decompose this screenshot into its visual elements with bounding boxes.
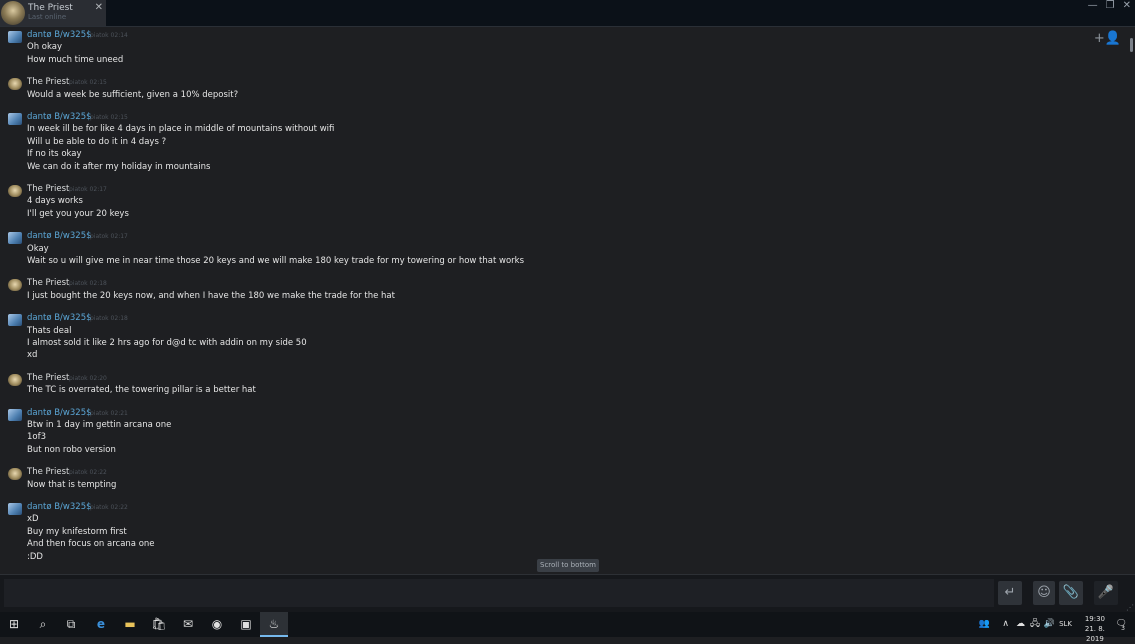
window-controls: — ❐ ✕ <box>1088 0 1131 12</box>
message-timestamp: piatok 02:17 <box>90 233 128 241</box>
title-bar: The Priest Last online ✕ — ❐ ✕ <box>0 0 1135 27</box>
avatar[interactable] <box>8 373 22 386</box>
message-timestamp: piatok 02:18 <box>90 315 128 323</box>
sender-name[interactable]: dantø B/w325$ <box>27 112 92 122</box>
message-timestamp: piatok 02:22 <box>90 504 128 511</box>
tab-status: Last online <box>28 13 67 21</box>
message-text: 4 days works <box>27 196 83 207</box>
message-timestamp: piatok 02:21 <box>90 409 128 417</box>
scroll-to-bottom-button[interactable]: Scroll to bottom <box>537 559 599 572</box>
avatar[interactable] <box>8 468 22 481</box>
avatar[interactable] <box>8 78 22 91</box>
message-timestamp: piatok 02:20 <box>69 374 107 382</box>
message-text: Would a week be sufficient, given a 10% … <box>27 89 239 100</box>
message-text: But non robo version <box>27 444 116 455</box>
file-explorer-icon[interactable]: ▬ <box>116 612 144 637</box>
message-text: Will u be able to do it in 4 days ? <box>27 136 167 147</box>
avatar[interactable] <box>8 232 22 245</box>
task-view-icon[interactable]: ⧉ <box>57 612 85 637</box>
close-tab-icon[interactable]: ✕ <box>95 2 103 13</box>
chat-log[interactable]: +👤 dantø B/w325$ piatok 02:14 Oh okay How m… <box>0 27 1135 573</box>
sender-name[interactable]: The Priest <box>27 278 69 288</box>
message-text: I just bought the 20 keys now, and when … <box>27 290 395 301</box>
message-text: We can do it after my holiday in mountai… <box>27 161 211 172</box>
avatar[interactable] <box>8 185 22 197</box>
send-icon[interactable]: ↵ <box>998 581 1022 605</box>
cloud-icon[interactable]: ☁ <box>1016 612 1025 637</box>
minimize-icon[interactable]: — <box>1088 0 1098 12</box>
attach-icon[interactable]: 📎 <box>1059 581 1083 605</box>
chat-tab[interactable]: The Priest Last online ✕ <box>0 0 106 26</box>
sender-name[interactable]: The Priest <box>27 184 69 194</box>
message-text: :DD <box>27 551 43 562</box>
restore-icon[interactable]: ❐ <box>1106 0 1115 12</box>
message-text: And then focus on arcana one <box>27 539 155 550</box>
message-text: Buy my knifestorm first <box>27 526 127 537</box>
avatar[interactable] <box>8 31 22 43</box>
message-text: I almost sold it like 2 hrs ago for d@d … <box>27 337 307 348</box>
message-timestamp: piatok 02:22 <box>69 469 107 477</box>
message-text: In week ill be for like 4 days in place … <box>27 124 335 135</box>
sender-name[interactable]: The Priest <box>27 467 69 477</box>
mail-icon[interactable]: ✉ <box>174 612 202 637</box>
message-text: I'll get you your 20 keys <box>27 208 129 219</box>
sender-name[interactable]: The Priest <box>27 77 69 87</box>
start-icon[interactable]: ⊞ <box>0 612 28 637</box>
message-text: If no its okay <box>27 149 82 160</box>
avatar[interactable] <box>8 408 22 421</box>
notification-count: 3 <box>1121 625 1125 632</box>
avatar[interactable] <box>8 279 22 292</box>
message-text: xd <box>27 350 38 361</box>
search-icon[interactable]: ⌕ <box>29 612 57 637</box>
message-timestamp: piatok 02:18 <box>69 280 107 288</box>
clock-time: 19:30 <box>1084 615 1105 623</box>
avatar[interactable] <box>8 113 22 125</box>
close-window-icon[interactable]: ✕ <box>1123 0 1131 12</box>
voice-icon[interactable]: 🎤 <box>1094 581 1118 605</box>
message-text: Wait so u will give me in near time thos… <box>27 255 525 266</box>
message-text: Btw in 1 day im gettin arcana one <box>27 419 172 430</box>
avatar[interactable] <box>8 503 22 515</box>
composer: ↵ ☺ 📎 🎤 ⋰ <box>0 574 1135 613</box>
clock-date: 21. 8. 2019 <box>1084 625 1105 643</box>
message-text: Okay <box>27 243 49 254</box>
sender-name[interactable]: The Priest <box>27 373 69 383</box>
message-text: Thats deal <box>27 325 72 336</box>
scrollbar[interactable] <box>1130 38 1133 52</box>
sender-name[interactable]: dantø B/w325$ <box>27 231 92 241</box>
sender-name[interactable]: dantø B/w325$ <box>27 313 92 323</box>
emoji-icon[interactable]: ☺ <box>1033 581 1055 605</box>
avatar <box>1 1 25 25</box>
sender-name[interactable]: dantø B/w325$ <box>27 408 92 418</box>
store-icon[interactable]: 🛍 <box>145 612 173 637</box>
avatar[interactable] <box>8 314 22 327</box>
message-text: Now that is tempting <box>27 479 117 490</box>
message-text: How much time uneed <box>27 54 124 65</box>
taskbar: ⊞ ⌕ ⧉ e ▬ 🛍 ✉ ◉ ▣ ♨ 👥 ∧ ☁ 🖧 🔊 SLK 19:30 … <box>0 612 1135 643</box>
sender-name[interactable]: dantø B/w325$ <box>27 30 92 40</box>
app-icon[interactable]: ▣ <box>232 612 260 637</box>
chevron-up-icon[interactable]: ∧ <box>1002 612 1009 637</box>
clock[interactable]: 19:30 21. 8. 2019 <box>1085 614 1105 644</box>
message-timestamp: piatok 02:15 <box>90 114 128 121</box>
edge-icon[interactable]: e <box>87 612 115 637</box>
resize-grip-icon[interactable]: ⋰ <box>1126 603 1134 612</box>
message-text: The TC is overrated, the towering pillar… <box>27 385 256 396</box>
people-icon[interactable]: 👥 <box>979 612 990 637</box>
add-friend-icon[interactable]: +👤 <box>1094 31 1121 46</box>
network-icon[interactable]: 🖧 <box>1030 612 1040 637</box>
message-text: xD <box>27 514 39 525</box>
message-timestamp: piatok 02:14 <box>90 32 128 39</box>
message-input[interactable] <box>4 579 994 607</box>
tab-name: The Priest <box>28 3 73 13</box>
steam-icon[interactable]: ♨ <box>260 612 288 637</box>
chrome-icon[interactable]: ◉ <box>203 612 231 637</box>
language-indicator[interactable]: SLK <box>1059 612 1072 637</box>
volume-icon[interactable]: 🔊 <box>1044 612 1055 637</box>
message-text: 1of3 <box>27 432 47 443</box>
message-timestamp: piatok 02:15 <box>69 79 107 87</box>
message-timestamp: piatok 02:17 <box>69 186 107 193</box>
sender-name[interactable]: dantø B/w325$ <box>27 502 92 512</box>
message-text: Oh okay <box>27 42 62 53</box>
